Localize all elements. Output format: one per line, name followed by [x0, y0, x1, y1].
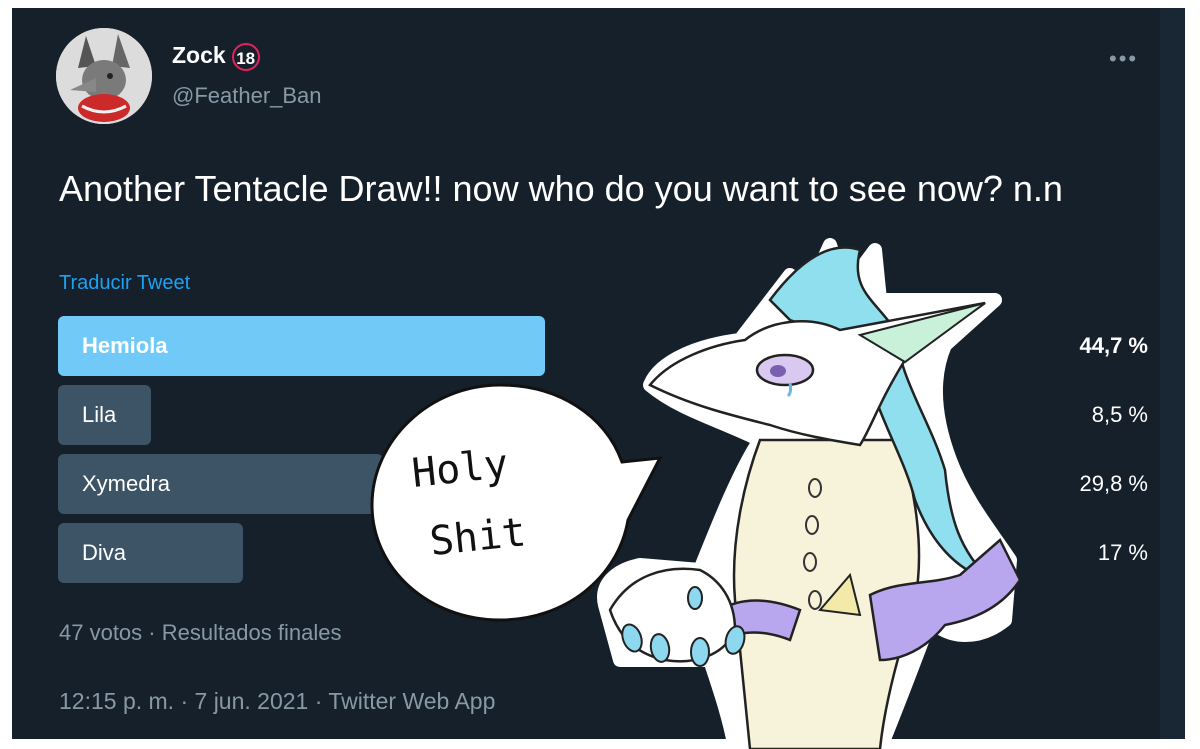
scroll-edge	[1160, 8, 1185, 739]
age-18-icon: 18	[231, 42, 260, 71]
author-handle[interactable]: @Feather_Ban	[172, 83, 322, 109]
poll-option-lila: Lila 8,5 %	[58, 385, 1148, 445]
age-badge-text: 18	[236, 48, 256, 68]
poll-option-hemiola: Hemiola 44,7 %	[58, 316, 1148, 376]
poll-option-label: Lila	[82, 402, 117, 427]
poll-option-label: Xymedra	[82, 471, 171, 496]
translate-link[interactable]: Traducir Tweet	[59, 272, 190, 295]
poll-option-label: Diva	[82, 540, 127, 565]
more-icon[interactable]: •••	[1109, 46, 1138, 72]
poll-option-percent: 44,7 %	[1079, 333, 1149, 358]
poll-option-label: Hemiola	[82, 333, 168, 358]
poll-option-percent: 8,5 %	[1091, 402, 1148, 427]
author-name[interactable]: Zock 18	[172, 42, 260, 71]
poll-summary: 47 votos · Resultados finales	[59, 620, 342, 645]
tweet-text: Another Tentacle Draw!! now who do you w…	[59, 168, 1063, 209]
poll-option-xymedra: Xymedra 29,8 %	[58, 454, 1148, 514]
author-name-text[interactable]: Zock	[172, 42, 226, 68]
poll-option-diva: Diva 17 %	[58, 523, 1148, 583]
avatar-image	[56, 28, 152, 124]
tweet-timestamp[interactable]: 12:15 p. m. · 7 jun. 2021 · Twitter Web …	[59, 688, 495, 715]
avatar[interactable]	[56, 28, 152, 124]
tweet-card: Zock 18 @Feather_Ban ••• Another Tentacle…	[12, 8, 1185, 739]
poll-option-percent: 17 %	[1097, 540, 1148, 565]
poll-option-percent: 29,8 %	[1079, 471, 1149, 496]
